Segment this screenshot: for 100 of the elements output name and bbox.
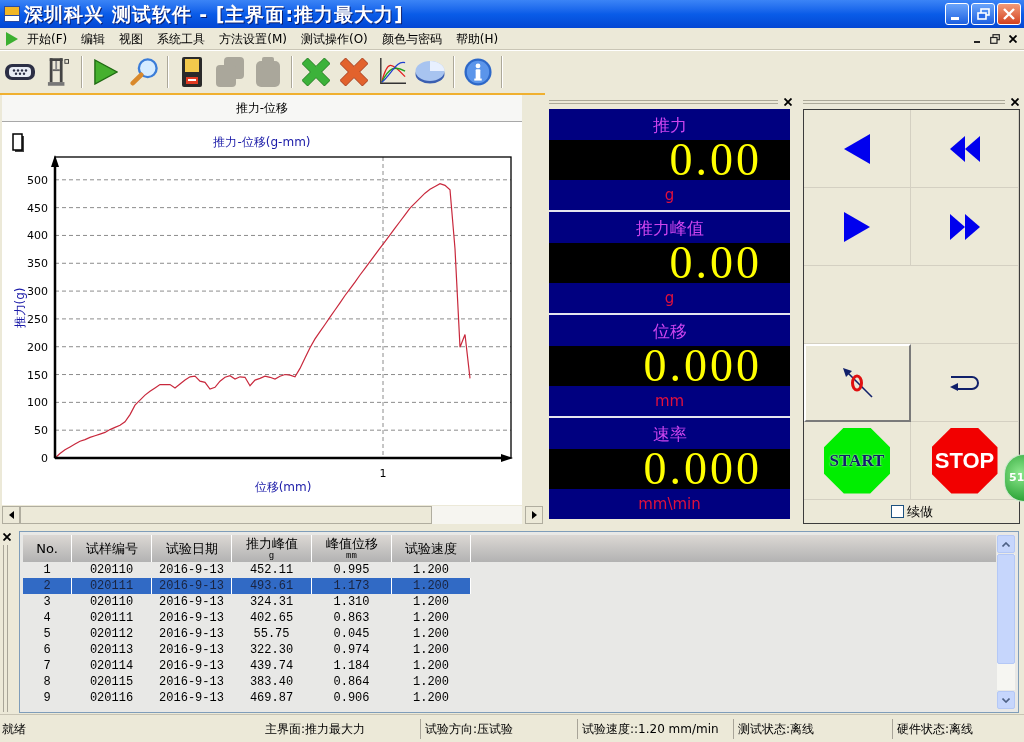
restore-button[interactable] — [987, 31, 1003, 46]
table-cell: 020111 — [72, 578, 152, 594]
play-icon — [94, 59, 118, 85]
readout-value: 0.00 — [669, 243, 762, 283]
table-row[interactable]: 6 020113 2016-9-13 322.30 0.974 1.200 — [23, 642, 471, 658]
table-row[interactable]: 4 020111 2016-9-13 402.65 0.863 1.200 — [23, 610, 471, 626]
app-logo-icon — [4, 6, 20, 22]
step-forward-button[interactable] — [804, 188, 911, 266]
column-header[interactable]: 试样编号 — [85, 541, 138, 556]
fast-back-button[interactable] — [911, 110, 1019, 188]
table-cell-text: 1.200 — [412, 562, 450, 578]
zero-arrow-icon — [842, 368, 873, 398]
continue-checkbox[interactable] — [890, 505, 904, 518]
axis-tick-label: 300 — [27, 285, 48, 299]
menu-item[interactable]: 视图 — [112, 29, 151, 48]
column-header[interactable]: No. — [36, 541, 58, 556]
right-triangle-icon — [531, 511, 537, 519]
table-cell-text: 020113 — [88, 642, 135, 658]
table-cell-text: 2016-9-13 — [158, 690, 225, 706]
column-header[interactable]: 试验速度 — [405, 541, 457, 556]
scroll-right-button[interactable] — [525, 506, 543, 524]
menu-item[interactable]: 方法设置(M) — [212, 29, 294, 48]
table-cell-text: 2016-9-13 — [158, 626, 225, 642]
menu-item[interactable]: 帮助(H) — [448, 29, 506, 48]
table-cell-text: 1.200 — [412, 690, 450, 706]
column-unit: mm — [346, 550, 357, 561]
close-icon — [1003, 8, 1015, 20]
table-cell-text: 2016-9-13 — [158, 658, 225, 674]
readout-label: 推力峰值 — [635, 216, 704, 239]
table-row[interactable]: 1 020110 2016-9-13 452.11 0.995 1.200 — [23, 562, 471, 578]
axis-tick-label: 350 — [27, 257, 48, 271]
start-button[interactable]: START — [824, 427, 890, 494]
table-cell-text: 020115 — [88, 674, 135, 690]
table-cell-text: 469.87 — [248, 690, 295, 706]
close-icon — [1009, 34, 1017, 43]
table-cell-text: 3 — [42, 594, 52, 610]
table-cell-text: 2016-9-13 — [158, 674, 225, 690]
down-chevron-icon — [1002, 697, 1010, 703]
column-header[interactable]: 推力峰值 — [245, 536, 298, 551]
pages-icon — [216, 57, 244, 87]
scroll-down-button[interactable] — [997, 691, 1015, 709]
table-cell-text: 1.200 — [412, 642, 450, 658]
status-text: 主界面:推力最大力 — [265, 720, 366, 737]
table-cell-text: 439.74 — [248, 658, 295, 674]
up-chevron-icon — [1002, 541, 1010, 547]
return-arrow-icon — [949, 374, 980, 391]
page-icon — [12, 133, 24, 152]
axis-tick-label: 250 — [27, 312, 48, 326]
table-row[interactable]: 9 020116 2016-9-13 469.87 0.906 1.200 — [23, 690, 471, 706]
table-cell-text: 8 — [42, 674, 52, 690]
column-header[interactable]: 试验日期 — [165, 541, 218, 556]
menu-item[interactable]: 测试操作(O) — [294, 29, 375, 48]
column-unit: g — [268, 550, 275, 561]
scroll-up-button[interactable] — [997, 535, 1015, 553]
pie-chart-icon — [415, 60, 445, 84]
double-left-triangle-icon — [949, 135, 980, 162]
readout-unit: mm — [654, 391, 685, 411]
menu-item[interactable]: 编辑 — [74, 29, 113, 48]
table-cell-text: 322.30 — [248, 642, 295, 658]
scrollbar-thumb[interactable] — [997, 554, 1015, 664]
play-icon — [6, 31, 18, 46]
table-row[interactable]: 7 020114 2016-9-13 439.74 1.184 1.200 — [23, 658, 471, 674]
left-triangle-icon — [8, 511, 14, 519]
step-back-button[interactable] — [804, 110, 911, 188]
table-row[interactable]: 5 020112 2016-9-13 55.75 0.045 1.200 — [23, 626, 471, 642]
column-header[interactable]: 峰值位移 — [325, 536, 378, 551]
readout-label: 速率 — [652, 422, 687, 445]
left-triangle-icon — [844, 133, 870, 164]
table-row[interactable]: 3 020110 2016-9-13 324.31 1.310 1.200 — [23, 594, 471, 610]
menu-item[interactable]: 系统工具 — [150, 29, 213, 48]
table-cell-text: 324.31 — [248, 594, 295, 610]
table-cell-text: 452.11 — [248, 562, 295, 578]
axis-tick-label: 450 — [27, 201, 48, 215]
close-icon[interactable] — [784, 97, 792, 106]
restore-icon — [990, 33, 1000, 44]
table-cell-text: 0.995 — [332, 562, 371, 578]
status-text: 硬件状态:离线 — [897, 720, 974, 737]
close-icon[interactable] — [1011, 97, 1019, 106]
table-cell-text: 1.200 — [412, 674, 450, 690]
stop-button[interactable]: STOP — [931, 427, 998, 494]
table-cell-text: 4 — [42, 610, 52, 626]
table-row[interactable]: 8 020115 2016-9-13 383.40 0.864 1.200 — [23, 674, 471, 690]
menu-item[interactable]: 开始(F) — [20, 29, 75, 48]
close-icon[interactable] — [3, 533, 11, 541]
table-cell: 2016-9-13 — [152, 578, 232, 594]
fast-forward-button[interactable] — [911, 188, 1019, 266]
readout-unit: g — [664, 185, 675, 205]
axis-tick-label: 150 — [27, 368, 48, 382]
table-cell-text: 020116 — [88, 690, 135, 706]
table-cell-text: 7 — [42, 658, 52, 674]
readout-value: 0.000 — [643, 449, 762, 489]
scrollbar-thumb[interactable] — [20, 506, 432, 524]
scroll-left-button[interactable] — [2, 506, 20, 524]
menu-item[interactable]: 颜色与密码 — [374, 29, 449, 48]
table-cell-text: 0.863 — [332, 610, 371, 626]
zero-button[interactable] — [804, 344, 911, 422]
minimize-icon — [951, 17, 959, 20]
table-cell: 2 — [23, 578, 72, 594]
table-cell-text: 0.864 — [332, 674, 371, 690]
readout-unit: mm\min — [638, 494, 701, 514]
